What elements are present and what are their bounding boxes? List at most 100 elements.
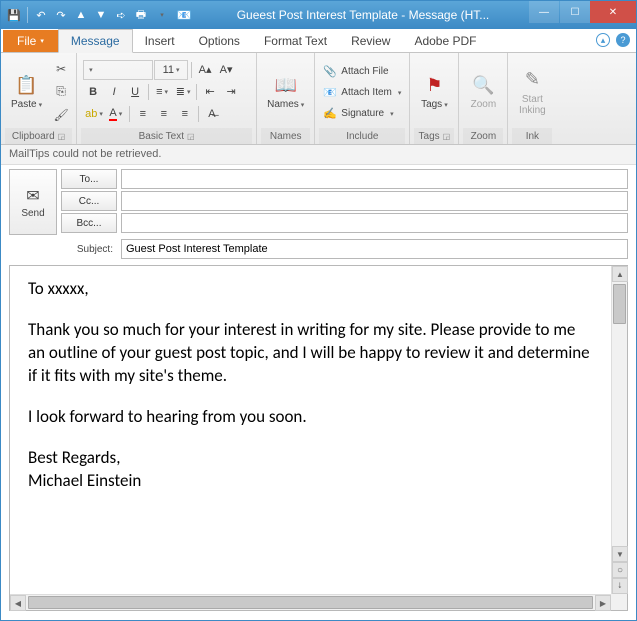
signature-button[interactable]: ✍Signature <box>319 104 405 124</box>
body-paragraph-1: Thank you so much for your interest in w… <box>28 319 593 388</box>
tab-file[interactable]: File▾ <box>3 30 58 52</box>
names-label: Names <box>267 99 304 110</box>
vertical-scrollbar[interactable]: ▲ ▼ ○ ⭣ <box>611 266 627 594</box>
shrink-font-icon[interactable]: A▾ <box>216 60 236 80</box>
font-size-select[interactable]: 11 <box>154 60 188 80</box>
message-body-container: To xxxxx, Thank you so much for your int… <box>9 265 628 611</box>
body-closing: Best Regards, <box>28 447 593 470</box>
browse-object-icon[interactable]: ○ <box>612 562 628 578</box>
attach-item-button[interactable]: 📧Attach Item <box>319 83 405 103</box>
window-title: Gueest Post Interest Template - Message … <box>198 8 528 22</box>
bcc-field[interactable] <box>121 213 628 233</box>
cut-icon[interactable]: ✂ <box>50 58 72 80</box>
attach-file-label: Attach File <box>341 66 388 77</box>
attach-file-button[interactable]: 📎 Attach File <box>319 62 405 82</box>
body-greeting: To xxxxx, <box>28 278 593 301</box>
align-left-icon[interactable]: ≡ <box>133 104 153 124</box>
font-color-icon[interactable]: A <box>106 104 126 124</box>
bold-button[interactable]: B <box>83 82 103 102</box>
tab-review[interactable]: Review <box>339 30 402 52</box>
signature-icon: ✍ <box>323 107 337 120</box>
tab-insert[interactable]: Insert <box>133 30 187 52</box>
tags-label: Tags <box>421 99 448 110</box>
font-family-select[interactable] <box>83 60 153 80</box>
maximize-button[interactable]: ☐ <box>560 1 590 23</box>
highlight-icon[interactable]: ab <box>83 104 105 124</box>
bullets-icon[interactable]: ≡ <box>152 82 172 102</box>
scroll-left-icon[interactable]: ◀ <box>10 595 26 611</box>
group-zoom: 🔍 Zoom Zoom <box>459 53 508 144</box>
redo-icon[interactable]: ↷ <box>52 6 70 24</box>
group-tags: ⚑ Tags Tags◲ <box>410 53 459 144</box>
bcc-button[interactable]: Bcc... <box>61 213 117 233</box>
clear-formatting-icon[interactable]: A̶ <box>202 104 222 124</box>
tab-file-label: File <box>17 34 36 48</box>
tab-options[interactable]: Options <box>187 30 252 52</box>
font-size-value: 11 <box>163 64 174 76</box>
scroll-thumb-vertical[interactable] <box>613 284 626 324</box>
paste-label: Paste <box>11 99 42 110</box>
next-page-icon[interactable]: ⭣ <box>612 578 628 594</box>
message-body[interactable]: To xxxxx, Thank you so much for your int… <box>10 266 611 594</box>
grow-font-icon[interactable]: A▴ <box>195 60 215 80</box>
format-painter-icon[interactable]: 🖌 <box>50 104 72 126</box>
paperclip-icon: 📎 <box>323 65 337 78</box>
next-icon[interactable]: ▼ <box>92 6 110 24</box>
tab-adobe-pdf[interactable]: Adobe PDF <box>402 30 488 52</box>
body-paragraph-2: I look forward to hearing from you soon. <box>28 406 593 429</box>
horizontal-scrollbar[interactable]: ◀ ▶ <box>10 594 611 610</box>
minimize-ribbon-icon[interactable]: ▴ <box>596 33 610 47</box>
align-right-icon[interactable]: ≡ <box>175 104 195 124</box>
group-zoom-label: Zoom <box>463 128 503 144</box>
undo-icon[interactable]: ↶ <box>32 6 50 24</box>
tags-launcher-icon[interactable]: ◲ <box>443 132 451 141</box>
pen-icon: ✎ <box>520 68 544 92</box>
basic-text-launcher-icon[interactable]: ◲ <box>187 132 195 141</box>
to-button[interactable]: To... <box>61 169 117 189</box>
copy-icon[interactable]: ⎘ <box>50 81 72 103</box>
zoom-label: Zoom <box>471 99 497 110</box>
cc-field[interactable] <box>121 191 628 211</box>
window-controls: — ☐ ✕ <box>528 1 636 29</box>
group-names-label: Names <box>261 128 310 144</box>
decrease-indent-icon[interactable]: ⇤ <box>200 82 220 102</box>
tab-message[interactable]: Message <box>58 29 133 53</box>
increase-indent-icon[interactable]: ⇥ <box>221 82 241 102</box>
send-button[interactable]: ✉ Send <box>9 169 57 235</box>
envelope-icon: ✉ <box>26 186 39 206</box>
subject-field[interactable] <box>121 239 628 259</box>
scroll-thumb-horizontal[interactable] <box>28 596 593 609</box>
save-icon[interactable]: 💾 <box>5 6 23 24</box>
previous-icon[interactable]: ▲ <box>72 6 90 24</box>
close-button[interactable]: ✕ <box>590 1 636 23</box>
attach-item-label: Attach Item <box>341 87 392 98</box>
group-tags-label: Tags <box>419 131 440 142</box>
clipboard-launcher-icon[interactable]: ◲ <box>58 132 66 141</box>
start-inking-button: ✎ Start Inking <box>512 66 552 118</box>
names-button[interactable]: 📖 Names <box>261 71 310 112</box>
underline-button[interactable]: U <box>125 82 145 102</box>
scroll-up-icon[interactable]: ▲ <box>612 266 628 282</box>
flag-icon: ⚑ <box>422 73 446 97</box>
help-icon[interactable]: ? <box>616 33 630 47</box>
forward-icon[interactable]: ➪ <box>112 6 130 24</box>
tab-format-text[interactable]: Format Text <box>252 30 339 52</box>
ribbon-help-area: ▴ ? <box>596 33 630 47</box>
align-center-icon[interactable]: ≡ <box>154 104 174 124</box>
tags-button[interactable]: ⚑ Tags <box>414 71 454 112</box>
qat-customize-icon[interactable] <box>152 6 170 24</box>
scroll-right-icon[interactable]: ▶ <box>595 595 611 611</box>
paste-button[interactable]: 📋 Paste <box>5 71 48 112</box>
send-label: Send <box>21 208 44 219</box>
print-icon[interactable]: 🖶 <box>132 6 150 24</box>
italic-button[interactable]: I <box>104 82 124 102</box>
minimize-button[interactable]: — <box>529 1 559 23</box>
title-bar: 💾 ↶ ↷ ▲ ▼ ➪ 🖶 📧 Gueest Post Interest Tem… <box>1 1 636 29</box>
numbering-icon[interactable]: ≣ <box>173 82 193 102</box>
zoom-icon: 🔍 <box>471 73 495 97</box>
to-field[interactable] <box>121 169 628 189</box>
body-signature: Michael Einstein <box>28 470 593 493</box>
group-clipboard: 📋 Paste ✂ ⎘ 🖌 Clipboard◲ <box>1 53 77 144</box>
cc-button[interactable]: Cc... <box>61 191 117 211</box>
scroll-down-icon[interactable]: ▼ <box>612 546 628 562</box>
